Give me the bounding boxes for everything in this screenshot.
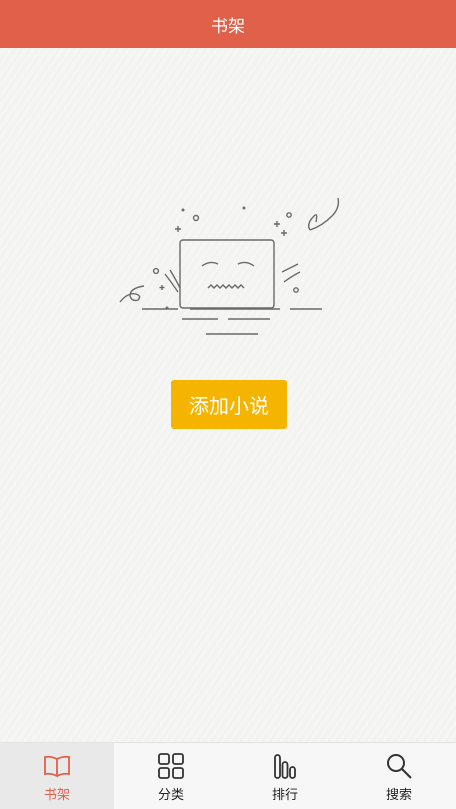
search-icon [383, 750, 415, 782]
empty-box-illustration [119, 197, 340, 335]
tab-bookshelf[interactable]: 书架 [0, 743, 114, 809]
add-novel-button[interactable]: 添加小说 [171, 380, 287, 429]
tab-rankings[interactable]: 排行 [228, 743, 342, 809]
tab-label: 书架 [43, 787, 70, 803]
grid-icon [155, 750, 187, 782]
bar-chart-icon [269, 750, 301, 782]
book-icon [41, 750, 73, 782]
tab-label: 分类 [157, 787, 184, 803]
app-root: 书架 添加小说 书架 分类 排行 搜索 [0, 0, 456, 809]
tab-label: 排行 [271, 787, 298, 803]
tab-label: 搜索 [385, 787, 412, 803]
page-title: 书架 [211, 16, 245, 37]
bottom-tab-bar: 书架 分类 排行 搜索 [0, 742, 456, 809]
empty-bookshelf: 添加小说 [0, 48, 456, 742]
tab-search[interactable]: 搜索 [342, 743, 456, 809]
tab-categories[interactable]: 分类 [114, 743, 228, 809]
top-bar: 书架 [0, 0, 456, 48]
